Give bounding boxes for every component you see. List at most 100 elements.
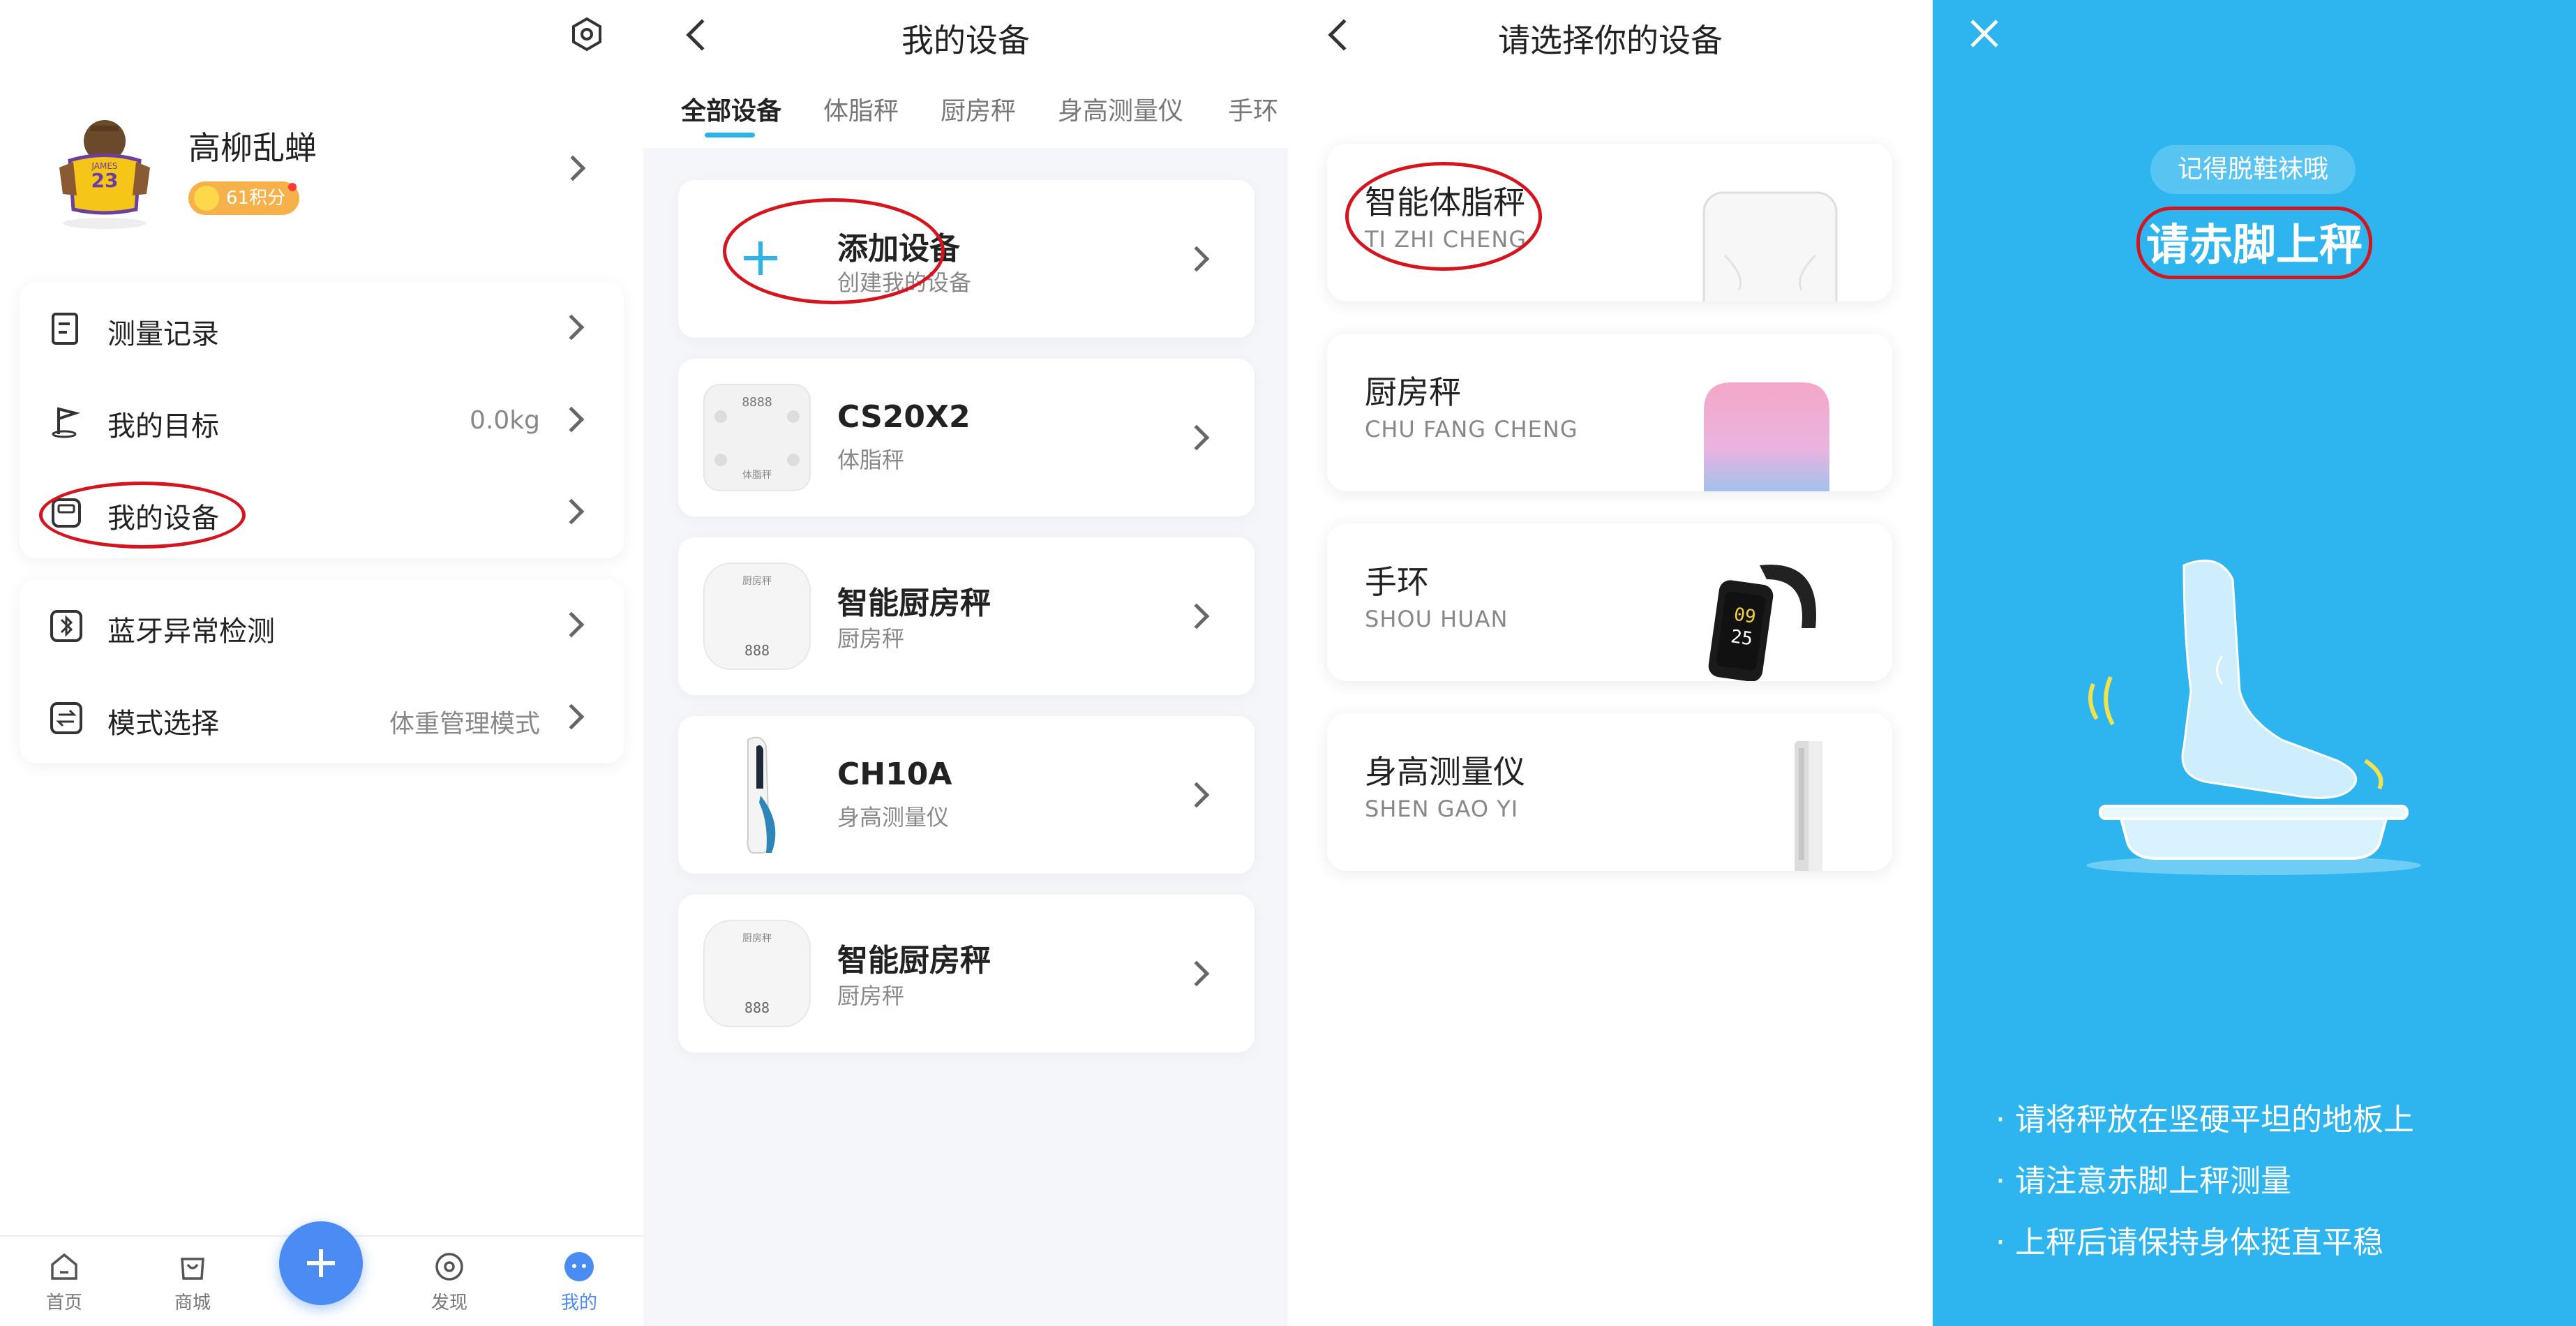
tab-label: 商城 [174,1293,211,1313]
discover-icon [435,1253,463,1281]
goal-flag-icon [52,407,81,438]
band-hour-text: 09 [1732,604,1757,628]
tab-label: 首页 [45,1293,82,1313]
shop-bag-icon [181,1258,204,1280]
chevron-right-icon [558,498,585,525]
menu-item-bluetooth-check[interactable]: 蓝牙异常检测 [20,579,624,671]
height-meter-thumbnail [747,736,776,854]
active-tab-indicator [705,133,755,137]
option-height-meter[interactable]: 身高测量仪 SHEN GAO YI [1327,713,1892,871]
menu-item-value: 体重管理模式 [389,710,540,738]
highlight-ring [2136,207,2372,279]
svg-text:JAMES: JAMES [91,161,117,171]
page-title: 请选择你的设备 [1498,22,1723,59]
chevron-right-icon [1183,603,1210,630]
tip-item: · 请注意赤脚上秤测量 [1995,1163,2291,1199]
tab-label: 我的 [560,1293,597,1313]
scale-pad-dot [787,454,800,466]
scale-pad-dot [714,410,727,423]
option-wristband[interactable]: 手环 SHOU HUAN 09 25 [1327,523,1892,681]
tab-body-fat-scale[interactable]: 体脂秤 [823,91,899,127]
points-badge[interactable]: 61积分 [188,181,300,215]
device-card-kitchen-scale-1[interactable]: 厨房秤 888 智能厨房秤 厨房秤 [678,537,1255,695]
barefoot-on-scale-illustration [2086,559,2421,875]
wristband-image: 09 25 [1708,565,1816,681]
bluetooth-icon [50,610,82,642]
tip-item: · 上秤后请保持身体挺直平稳 [1995,1225,2383,1260]
menu-item-goal[interactable]: 我的目标 0.0kg [20,374,624,466]
close-icon[interactable] [1969,18,2000,49]
chevron-right-icon [1183,960,1210,987]
band-minute-text: 25 [1730,626,1754,650]
settings-hex-icon[interactable] [569,17,604,52]
tab-shop[interactable]: 商城 [151,1251,234,1314]
scale-display-text: 888 [744,999,770,1016]
tab-discover[interactable]: 发现 [407,1251,491,1314]
kitchen-scale-thumbnail: 厨房秤 888 [703,563,811,670]
tab-wristband[interactable]: 手环 [1228,91,1278,127]
height-meter-image [1795,741,1822,871]
chevron-right-icon [1183,782,1210,808]
chevron-right-icon [558,703,585,730]
chevron-right-icon [558,314,585,341]
profile-chevron-icon[interactable] [560,155,586,181]
record-icon [52,313,78,345]
select-device-screen: 请选择你的设备 智能体脂秤 TI ZHI CHENG 厨房秤 CHU FANG … [1288,0,1933,1326]
menu-item-mode-select[interactable]: 模式选择 体重管理模式 [20,671,624,763]
me-icon [564,1252,594,1281]
option-name: 手环 [1365,563,1429,601]
user-name: 高柳乱蝉 [188,129,317,167]
chevron-right-icon [558,611,585,638]
kitchen-scale-thumbnail: 厨房秤 888 [703,920,811,1027]
tab-all-devices[interactable]: 全部设备 [681,91,781,127]
option-pinyin: CHU FANG CHENG [1365,416,1578,442]
points-badge-label: 61积分 [226,188,286,209]
scale-display-text: 8888 [742,395,772,410]
device-card-cs20x2[interactable]: 8888 体脂秤 CS20X2 体脂秤 [678,359,1255,516]
device-name: CS20X2 [837,399,971,435]
scale-thumb-label: 体脂秤 [742,470,772,481]
menu-item-label: 我的目标 [107,410,219,442]
kitchen-scale-image [1704,382,1829,491]
device-card-ch10a[interactable]: CH10A 身高测量仪 [678,716,1255,874]
star-coin-icon [194,186,219,211]
option-pinyin: SHEN GAO YI [1365,796,1519,822]
tab-label: 发现 [430,1293,467,1313]
menu-item-label: 蓝牙异常检测 [107,616,275,648]
device-name: 智能厨房秤 [837,943,991,978]
instruction-screen: 记得脱鞋袜哦 请赤脚上秤 · 请将秤放在坚硬平坦的地板上 · 请注意赤脚上秤测量… [1933,0,2576,1326]
device-type: 厨房秤 [837,983,905,1009]
highlight-ring [1345,162,1542,271]
option-kitchen-scale[interactable]: 厨房秤 CHU FANG CHENG [1327,334,1892,491]
chevron-right-icon [1183,424,1210,451]
tab-me[interactable]: 我的 [537,1251,621,1314]
add-button[interactable] [279,1221,363,1305]
body-fat-scale-thumbnail: 8888 体脂秤 [703,384,811,491]
menu-item-records[interactable]: 测量记录 [20,282,624,374]
tab-kitchen-scale[interactable]: 厨房秤 [941,91,1016,127]
tip-item: · 请将秤放在坚硬平坦的地板上 [1995,1102,2414,1138]
plus-icon [307,1249,335,1277]
reminder-bubble: 记得脱鞋袜哦 [2150,145,2356,194]
option-name: 身高测量仪 [1365,753,1525,791]
tab-home[interactable]: 首页 [22,1251,106,1314]
svg-text:23: 23 [91,169,119,192]
chevron-right-icon [558,406,585,433]
scale-display-text: 888 [744,642,770,659]
scale-thumb-label: 厨房秤 [742,933,772,944]
device-card-kitchen-scale-2[interactable]: 厨房秤 888 智能厨房秤 厨房秤 [678,895,1255,1052]
menu-item-label: 模式选择 [107,708,219,740]
tab-height-meter[interactable]: 身高测量仪 [1058,91,1183,127]
menu-item-label: 测量记录 [107,318,219,350]
device-type: 厨房秤 [837,625,905,652]
highlight-ring [723,198,945,304]
red-dot-icon [288,183,297,191]
screenshot-collage: 23 JAMES 高柳乱蝉 61积分 测量记录 我的目标 0.0kg 我的设备 … [0,0,2576,1326]
menu-card-secondary: 蓝牙异常检测 模式选择 体重管理模式 [20,579,624,763]
profile-screen: 23 JAMES 高柳乱蝉 61积分 测量记录 我的目标 0.0kg 我的设备 … [0,0,643,1326]
my-devices-screen: 我的设备 全部设备 体脂秤 厨房秤 身高测量仪 手环 添加设备 创建我的设备 8… [643,0,1288,1326]
avatar[interactable]: 23 JAMES [49,112,160,230]
device-type: 体脂秤 [837,447,905,473]
scale-thumb-label: 厨房秤 [742,576,772,587]
scale-pad-dot [787,410,800,423]
